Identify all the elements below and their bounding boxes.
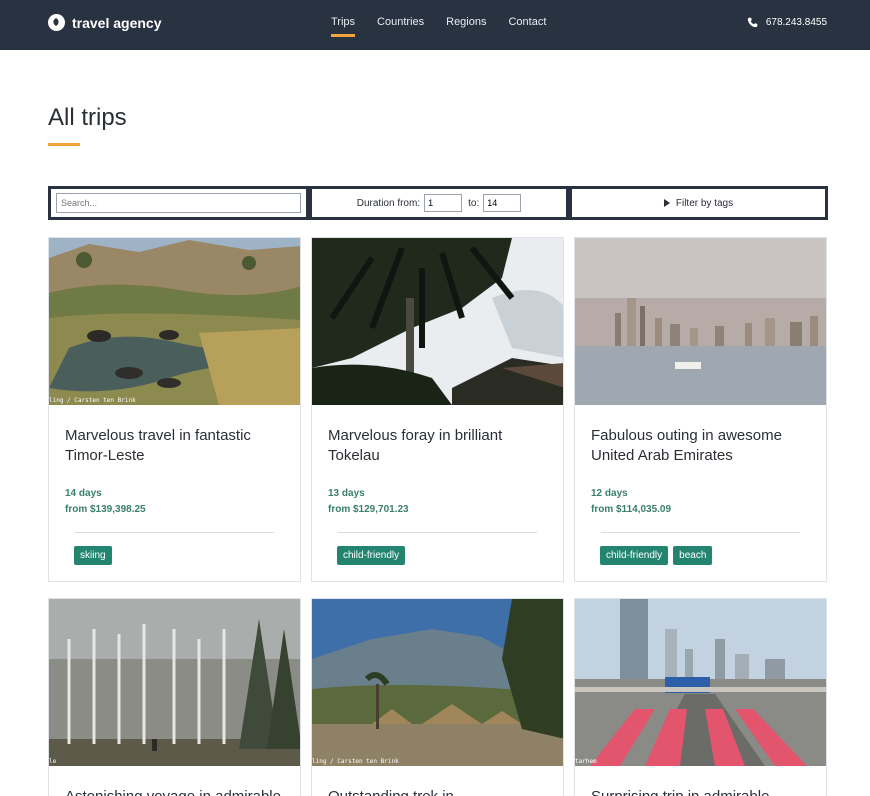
trip-photo[interactable]: ling / Carsten ten Brink bbox=[49, 238, 300, 405]
duration-cell: Duration from: to: bbox=[312, 189, 566, 217]
tag-list: child-friendly bbox=[337, 546, 537, 565]
page-title: All trips bbox=[48, 104, 127, 131]
trip-duration: 13 days bbox=[328, 488, 365, 499]
photo-credit: le bbox=[49, 758, 57, 765]
divider bbox=[338, 532, 537, 533]
search-input[interactable] bbox=[56, 193, 301, 213]
tag-list: child-friendly beach bbox=[600, 546, 800, 565]
duration-from-input[interactable] bbox=[424, 194, 463, 212]
tag-child-friendly[interactable]: child-friendly bbox=[600, 546, 669, 565]
divider bbox=[75, 532, 274, 533]
phone-icon bbox=[747, 17, 758, 28]
compass-icon bbox=[48, 14, 65, 31]
duration-to-input[interactable] bbox=[483, 194, 522, 212]
search-cell bbox=[51, 189, 306, 217]
duration-to-label: to: bbox=[468, 197, 480, 209]
trip-photo[interactable] bbox=[312, 238, 563, 405]
trip-card[interactable]: tarhem Surprising trip in admirable bbox=[574, 598, 827, 796]
trip-photo[interactable]: le bbox=[49, 599, 300, 766]
photo-credit: ling / Carsten ten Brink bbox=[49, 397, 136, 404]
filter-by-tags-label: Filter by tags bbox=[675, 197, 734, 209]
trip-photo[interactable]: tarhem bbox=[575, 599, 826, 766]
filter-by-tags-toggle[interactable]: Filter by tags bbox=[572, 189, 825, 217]
top-navbar: travel agency Trips Countries Regions Co… bbox=[0, 0, 870, 50]
title-underline bbox=[48, 143, 80, 146]
filter-bar: Duration from: to: Filter by tags bbox=[48, 186, 828, 220]
trip-duration: 12 days bbox=[591, 488, 628, 499]
duration-from-label: Duration from: bbox=[356, 197, 421, 209]
phone-link[interactable]: 678.243.8455 bbox=[747, 17, 827, 28]
nav-item-countries[interactable]: Countries bbox=[366, 0, 435, 50]
tag-beach[interactable]: beach bbox=[673, 546, 713, 565]
photo-credit: ling / Carsten ten Brink bbox=[312, 758, 399, 765]
tag-child-friendly[interactable]: child-friendly bbox=[337, 546, 406, 565]
trip-card[interactable]: ling / Carsten ten Brink Marvelous trave… bbox=[48, 237, 301, 582]
trip-card[interactable]: le Astonishing voyage in admirable bbox=[48, 598, 301, 796]
main-nav: Trips Countries Regions Contact bbox=[320, 0, 557, 50]
brand-name: travel agency bbox=[72, 14, 162, 31]
nav-item-contact[interactable]: Contact bbox=[497, 0, 557, 50]
trip-card[interactable]: Marvelous foray in brilliant Tokelau 13 … bbox=[311, 237, 564, 582]
trip-title[interactable]: Marvelous travel in fantastic Timor-Lest… bbox=[65, 426, 284, 466]
divider bbox=[601, 532, 800, 533]
trip-title[interactable]: Marvelous foray in brilliant Tokelau bbox=[328, 426, 547, 466]
triangle-right-icon bbox=[663, 199, 670, 207]
phone-number: 678.243.8455 bbox=[765, 17, 827, 28]
trip-title[interactable]: Fabulous outing in awesome United Arab E… bbox=[591, 426, 810, 466]
trip-title[interactable]: Outstanding trek in bbox=[328, 787, 547, 796]
trip-price: from $139,398.25 bbox=[65, 504, 146, 515]
trip-price: from $114,035.09 bbox=[591, 504, 672, 515]
nav-item-trips[interactable]: Trips bbox=[320, 0, 366, 50]
trip-photo[interactable]: ling / Carsten ten Brink bbox=[312, 599, 563, 766]
nav-item-regions[interactable]: Regions bbox=[435, 0, 497, 50]
trip-photo[interactable] bbox=[575, 238, 826, 405]
brand-logo[interactable]: travel agency bbox=[48, 14, 162, 31]
trip-card[interactable]: ling / Carsten ten Brink Outstanding tre… bbox=[311, 598, 564, 796]
tag-skiing[interactable]: skiing bbox=[74, 546, 112, 565]
trip-card[interactable]: Fabulous outing in awesome United Arab E… bbox=[574, 237, 827, 582]
trip-price: from $129,701.23 bbox=[328, 504, 409, 515]
photo-credit: tarhem bbox=[575, 758, 597, 765]
tag-list: skiing bbox=[74, 546, 274, 565]
trip-title[interactable]: Surprising trip in admirable bbox=[591, 787, 810, 796]
trip-title[interactable]: Astonishing voyage in admirable bbox=[65, 787, 284, 796]
trip-duration: 14 days bbox=[65, 488, 102, 499]
